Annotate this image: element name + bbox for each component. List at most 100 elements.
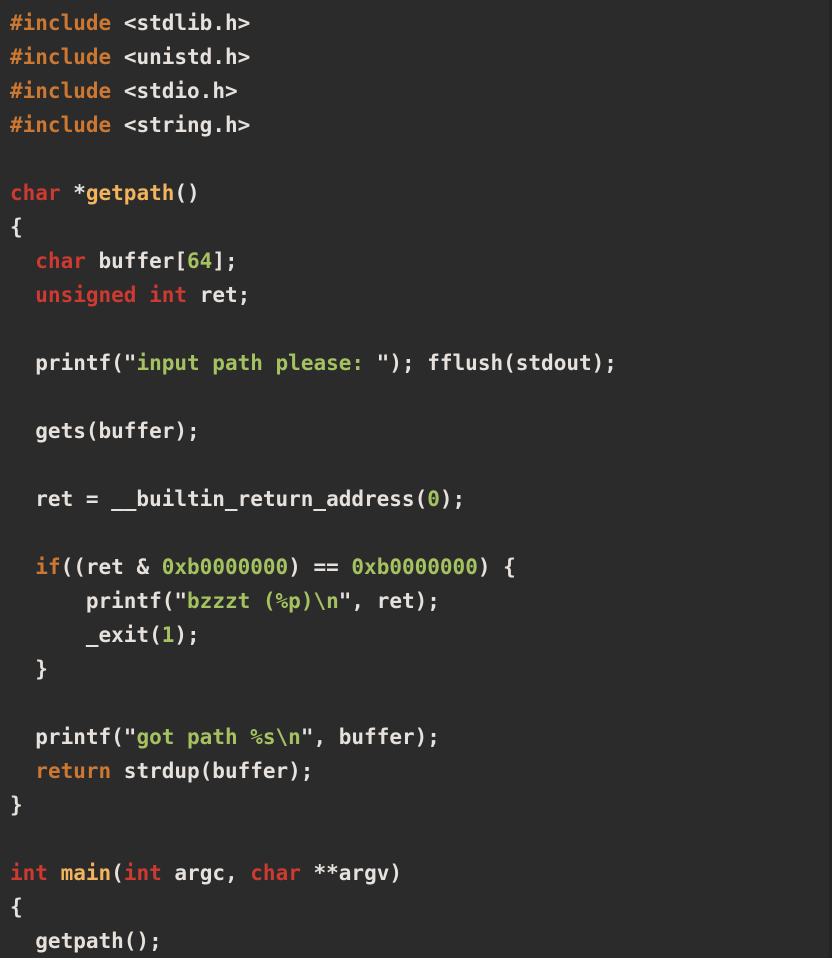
code-token-punct: " xyxy=(174,589,188,613)
code-token-plain: ret; xyxy=(187,283,251,307)
code-token-plain: <stdio.h> xyxy=(123,79,238,103)
code-token-plain: printf( xyxy=(10,589,175,613)
code-token-control: if xyxy=(35,555,61,579)
code-token-plain: ); xyxy=(439,487,466,511)
code-token-punct: { xyxy=(10,895,23,919)
code-token-number: 0xb0000000 xyxy=(351,555,478,579)
code-token-plain: <stdlib.h> xyxy=(123,11,251,35)
code-token-punct: " xyxy=(123,725,137,749)
code-line: } xyxy=(10,652,829,686)
code-token-keyword: int xyxy=(123,861,162,885)
code-token-plain: ); fflush(stdout); xyxy=(389,351,617,375)
code-token-preproc: #include xyxy=(10,45,112,69)
code-token-punct: } xyxy=(10,657,48,681)
code-token-keyword: int xyxy=(149,283,188,307)
code-line: _exit(1); xyxy=(10,618,829,652)
code-line: printf("bzzzt (%p)\n", ret); xyxy=(10,584,829,618)
code-token-control: return xyxy=(35,759,112,783)
code-token-preproc: #include xyxy=(10,11,112,35)
code-token-string: bzzzt (%p)\n xyxy=(187,589,339,613)
code-line: gets(buffer); xyxy=(10,414,829,448)
code-line: ret = __builtin_return_address(0); xyxy=(10,482,829,516)
code-token-plain: printf( xyxy=(10,725,124,749)
code-token-plain: * xyxy=(60,181,86,205)
code-token-plain: <string.h> xyxy=(123,113,251,137)
code-token-plain: _exit( xyxy=(10,623,162,647)
code-token-plain: ret = __builtin_return_address( xyxy=(10,487,428,511)
code-token-plain: **argv) xyxy=(300,861,403,885)
code-line: #include <stdlib.h> xyxy=(10,6,829,40)
code-token-plain: argc, xyxy=(161,861,251,885)
code-line: printf("got path %s\n", buffer); xyxy=(10,720,829,754)
code-token-punct: " xyxy=(338,589,352,613)
code-token-plain: getpath(); xyxy=(10,929,162,953)
code-token-keyword: unsigned xyxy=(35,283,137,307)
code-token-plain: ((ret & xyxy=(60,555,162,579)
code-token-punct: } xyxy=(10,793,23,817)
code-token-plain: <unistd.h> xyxy=(123,45,251,69)
code-line: printf("input path please: "); fflush(st… xyxy=(10,346,829,380)
code-token-number: 64 xyxy=(187,249,213,273)
code-token-function: getpath xyxy=(85,181,175,205)
code-token-plain: buffer[ xyxy=(85,249,188,273)
code-token-number: 0xb0000000 xyxy=(161,555,289,579)
code-token-preproc: #include xyxy=(10,79,112,103)
code-token-plain: , buffer); xyxy=(313,725,440,749)
code-token-keyword: char xyxy=(10,181,61,205)
code-token-keyword: int xyxy=(10,861,48,885)
code-token-keyword: char xyxy=(250,861,301,885)
code-token-punct: " xyxy=(123,351,137,375)
code-token-plain: printf( xyxy=(10,351,124,375)
code-line: int main(int argc, char **argv) xyxy=(10,856,829,890)
code-token-keyword: char xyxy=(35,249,86,273)
code-line: #include <unistd.h> xyxy=(10,40,829,74)
code-token-plain: gets(buffer); xyxy=(10,419,200,443)
code-token-number: 1 xyxy=(161,623,175,647)
code-line: } xyxy=(10,788,829,822)
code-line: return strdup(buffer); xyxy=(10,754,829,788)
code-token-punct: { xyxy=(10,215,23,239)
code-token-punct: ( xyxy=(111,861,124,885)
code-line: unsigned int ret; xyxy=(10,278,829,312)
code-token-plain: , ret); xyxy=(351,589,440,613)
code-line: char *getpath() xyxy=(10,176,829,210)
code-token-string: input path please: xyxy=(136,351,377,375)
code-token-plain: ) == xyxy=(288,555,352,579)
code-token-plain: ) { xyxy=(477,555,516,579)
code-line: if((ret & 0xb0000000) == 0xb0000000) { xyxy=(10,550,829,584)
code-token-number: 0 xyxy=(427,487,440,511)
code-token-punct: () xyxy=(174,181,200,205)
code-token-plain: ]; xyxy=(212,249,238,273)
code-token-preproc: #include xyxy=(10,113,112,137)
code-line: { xyxy=(10,890,829,924)
code-token-plain: strdup(buffer); xyxy=(111,759,314,783)
code-line: getpath(); xyxy=(10,924,829,958)
code-line: #include <stdio.h> xyxy=(10,74,829,108)
code-line: char buffer[64]; xyxy=(10,244,829,278)
code-token-plain: ); xyxy=(174,623,200,647)
code-token-punct: " xyxy=(300,725,314,749)
code-line: { xyxy=(10,210,829,244)
code-line: #include <string.h> xyxy=(10,108,829,142)
code-token-string: got path %s\n xyxy=(136,725,301,749)
code-token-function: main xyxy=(60,861,112,885)
code-token-punct: " xyxy=(376,351,390,375)
code-viewer[interactable]: #include <stdlib.h> #include <unistd.h> #i… xyxy=(0,0,832,958)
